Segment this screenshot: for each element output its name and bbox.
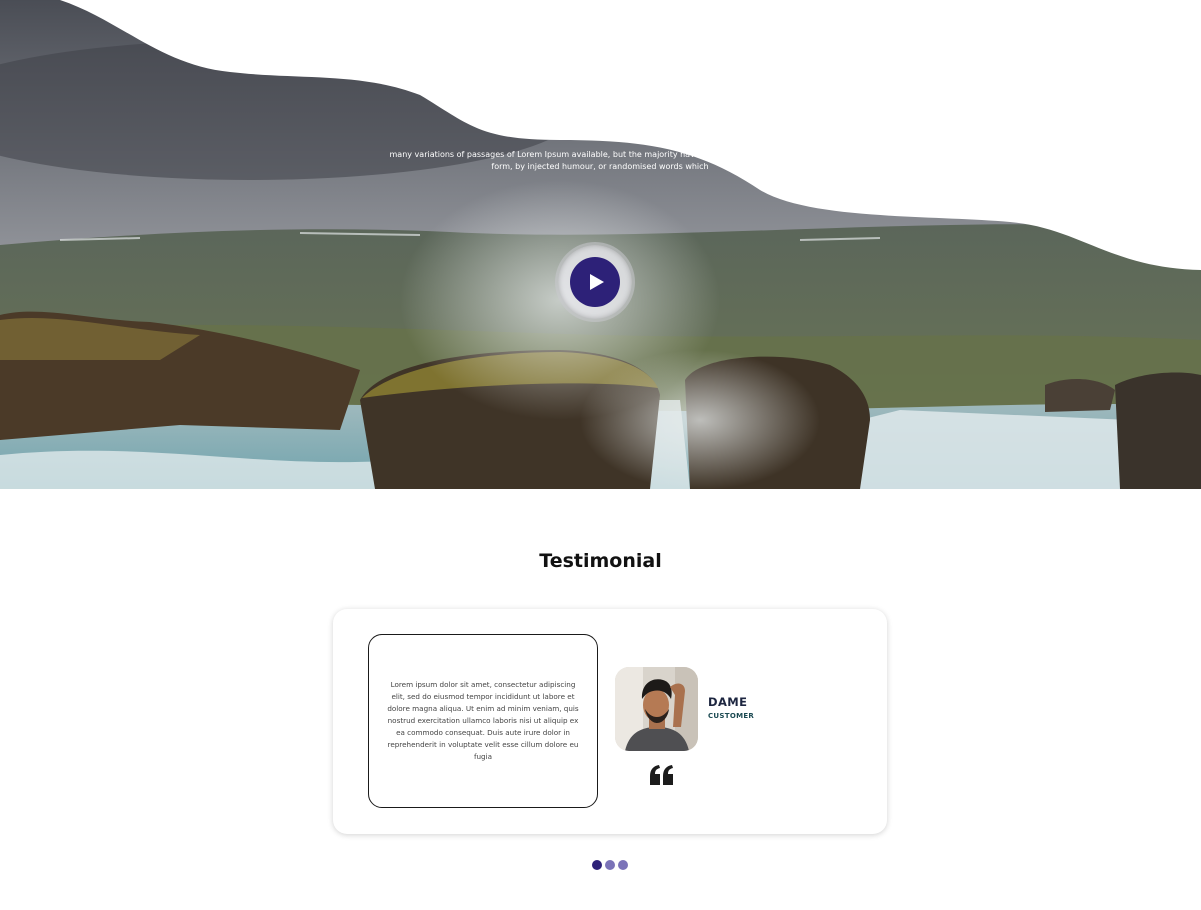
testimonial-role: CUSTOMER <box>708 712 755 720</box>
video-description: many variations of passages of Lorem Ips… <box>389 150 811 171</box>
testimonial-quote-text: Lorem ipsum dolor sit amet, consectetur … <box>387 680 579 761</box>
play-icon <box>590 274 604 290</box>
testimonial-heading: Testimonial <box>539 550 662 572</box>
play-video-button[interactable] <box>558 245 632 319</box>
video-section: See Our Video many variations of passage… <box>0 0 1201 489</box>
avatar-image <box>615 667 698 751</box>
video-title: See Our Video <box>522 114 679 138</box>
avatar <box>615 667 698 751</box>
slider-dot-1[interactable] <box>592 860 602 870</box>
testimonial-name: DAME <box>708 695 748 709</box>
slider-dot-2[interactable] <box>605 860 615 870</box>
play-button-circle[interactable] <box>570 257 620 307</box>
testimonial-quote-box: Lorem ipsum dolor sit amet, consectetur … <box>368 634 598 808</box>
quote-icon <box>650 765 673 785</box>
slider-dot-3[interactable] <box>618 860 628 870</box>
slider-dots <box>592 860 628 870</box>
testimonial-card: Lorem ipsum dolor sit amet, consectetur … <box>333 609 887 834</box>
